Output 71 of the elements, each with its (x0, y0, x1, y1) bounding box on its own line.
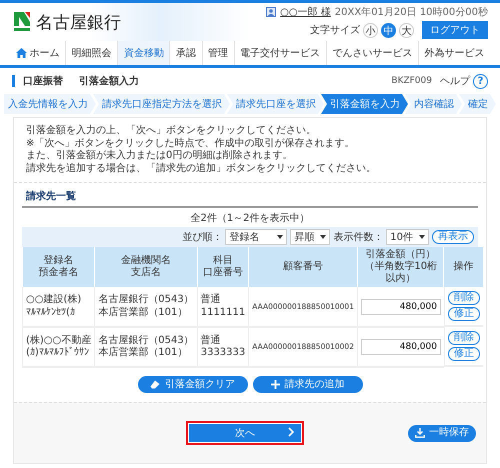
caret-icon (277, 235, 284, 239)
section-title: 口座振替 (23, 74, 63, 88)
progress-step: 確定 (459, 94, 496, 114)
table-cell: ○○建設(株) ﾏﾙﾏﾙｹﾝｾﾂ(ｶ (22, 287, 95, 327)
nav-tab[interactable]: でんさいサービス (326, 41, 418, 65)
dropdown[interactable]: 登録名 (225, 229, 288, 245)
text-size-button[interactable]: 大 (399, 22, 414, 38)
dropdown[interactable]: 10件 (386, 229, 429, 245)
dropdown[interactable]: 昇順 (290, 229, 330, 245)
amount-field[interactable]: 480,000 (360, 339, 441, 355)
user-icon (266, 7, 276, 17)
eraser-icon (150, 380, 160, 389)
home-icon (16, 48, 27, 58)
text-size-button[interactable]: 小 (363, 22, 378, 38)
chevron-right-icon (288, 427, 294, 437)
table-cell: 名古屋銀行（0543） 本店営業部（101） (94, 327, 198, 367)
caret-icon (419, 235, 425, 239)
progress-step: 請求先口座を選択 (227, 94, 324, 114)
screen-code: BKZF009 (391, 76, 432, 86)
page-title: 引落金額入力 (79, 74, 139, 88)
instruction-text: また、引落金額が未入力または0円の明細は削除されます。 (26, 150, 294, 162)
help-link[interactable]: ヘルプ (440, 74, 470, 88)
nav-tab[interactable]: 電子交付サービス (234, 41, 326, 65)
login-datetime: 20XX年01月20日 10時00分00秒 (334, 6, 488, 19)
per-page-label: 表示件数： (333, 230, 384, 244)
table-cell: 名古屋銀行（0543） 本店営業部（101） (94, 287, 198, 327)
progress-step: 入金先情報を入力 (4, 94, 96, 114)
instruction-text: ※「次へ」ボタンをクリックした時点で、作成中の取引が保存されます。 (26, 138, 356, 150)
amount-field[interactable]: 480,000 (360, 298, 441, 314)
plus-icon (270, 380, 280, 389)
save-button[interactable]: 一時保存 (408, 424, 476, 442)
table-cell: 普通 3333333 (197, 327, 249, 367)
table-cell: (株)○○不動産 (ｶ)ﾏﾙﾏﾙﾌﾄﾞｳｻﾝ (22, 327, 95, 367)
title-marker (12, 75, 15, 87)
row-action-button[interactable]: 修正 (448, 347, 480, 361)
progress-step: 内容確認 (405, 94, 462, 114)
progress-step: 引落金額を入力 (321, 94, 408, 114)
row-action-button[interactable]: 修正 (448, 307, 480, 321)
text-size-button[interactable]: 中 (381, 22, 396, 38)
row-action-button[interactable]: 削除 (448, 291, 480, 305)
instruction-text: 引落金額を入力の上、「次へ」ボタンをクリックしてください。 (26, 125, 317, 138)
nav-tab[interactable]: ホーム (10, 41, 66, 65)
nav-tab[interactable]: 承認 (169, 41, 202, 65)
caret-icon (320, 235, 326, 239)
nav-tab[interactable]: 管理 (202, 41, 234, 65)
text-size-label: 文字サイズ (310, 24, 360, 37)
column-header: 操作 (444, 247, 483, 287)
help-icon[interactable]: ? (473, 74, 488, 88)
table-cell: 普通 1111111 (197, 287, 249, 327)
column-header: 引落金額（円） （半角数字10桁以内） (357, 247, 444, 287)
action-button[interactable]: 引落金額クリア (138, 376, 248, 393)
download-icon (415, 428, 425, 438)
next-button[interactable]: 次へ (186, 421, 304, 445)
user-name[interactable]: ○○一郎 様 (280, 5, 331, 19)
action-button[interactable]: 請求先の追加 (252, 376, 362, 393)
section-heading: 請求先一覧 (22, 189, 478, 208)
column-header: 顧客番号 (248, 247, 358, 287)
instruction-text: 請求先を追加する場合は、「請求先の追加」ボタンをクリックしてください。 (26, 162, 377, 175)
column-header: 金融機関名 支店名 (94, 247, 198, 287)
sort-label: 並び順： (182, 231, 222, 244)
logo-icon (14, 12, 30, 32)
logout-button[interactable]: ログアウト (422, 21, 488, 39)
nav-tab[interactable]: 外為サービス (418, 41, 490, 65)
column-header: 科目 口座番号 (197, 247, 249, 287)
result-count: 全2件（1～2件を表示中） (189, 212, 311, 226)
bank-name: 名古屋銀行 (36, 12, 121, 34)
row-action-button[interactable]: 削除 (448, 331, 480, 345)
progress-step: 請求先口座指定方法を選択 (93, 94, 230, 114)
column-header: 登録名 預金者名 (22, 247, 95, 287)
refresh-button[interactable]: 再表示 (432, 230, 474, 244)
nav-tab[interactable]: 資金移動 (117, 41, 170, 65)
